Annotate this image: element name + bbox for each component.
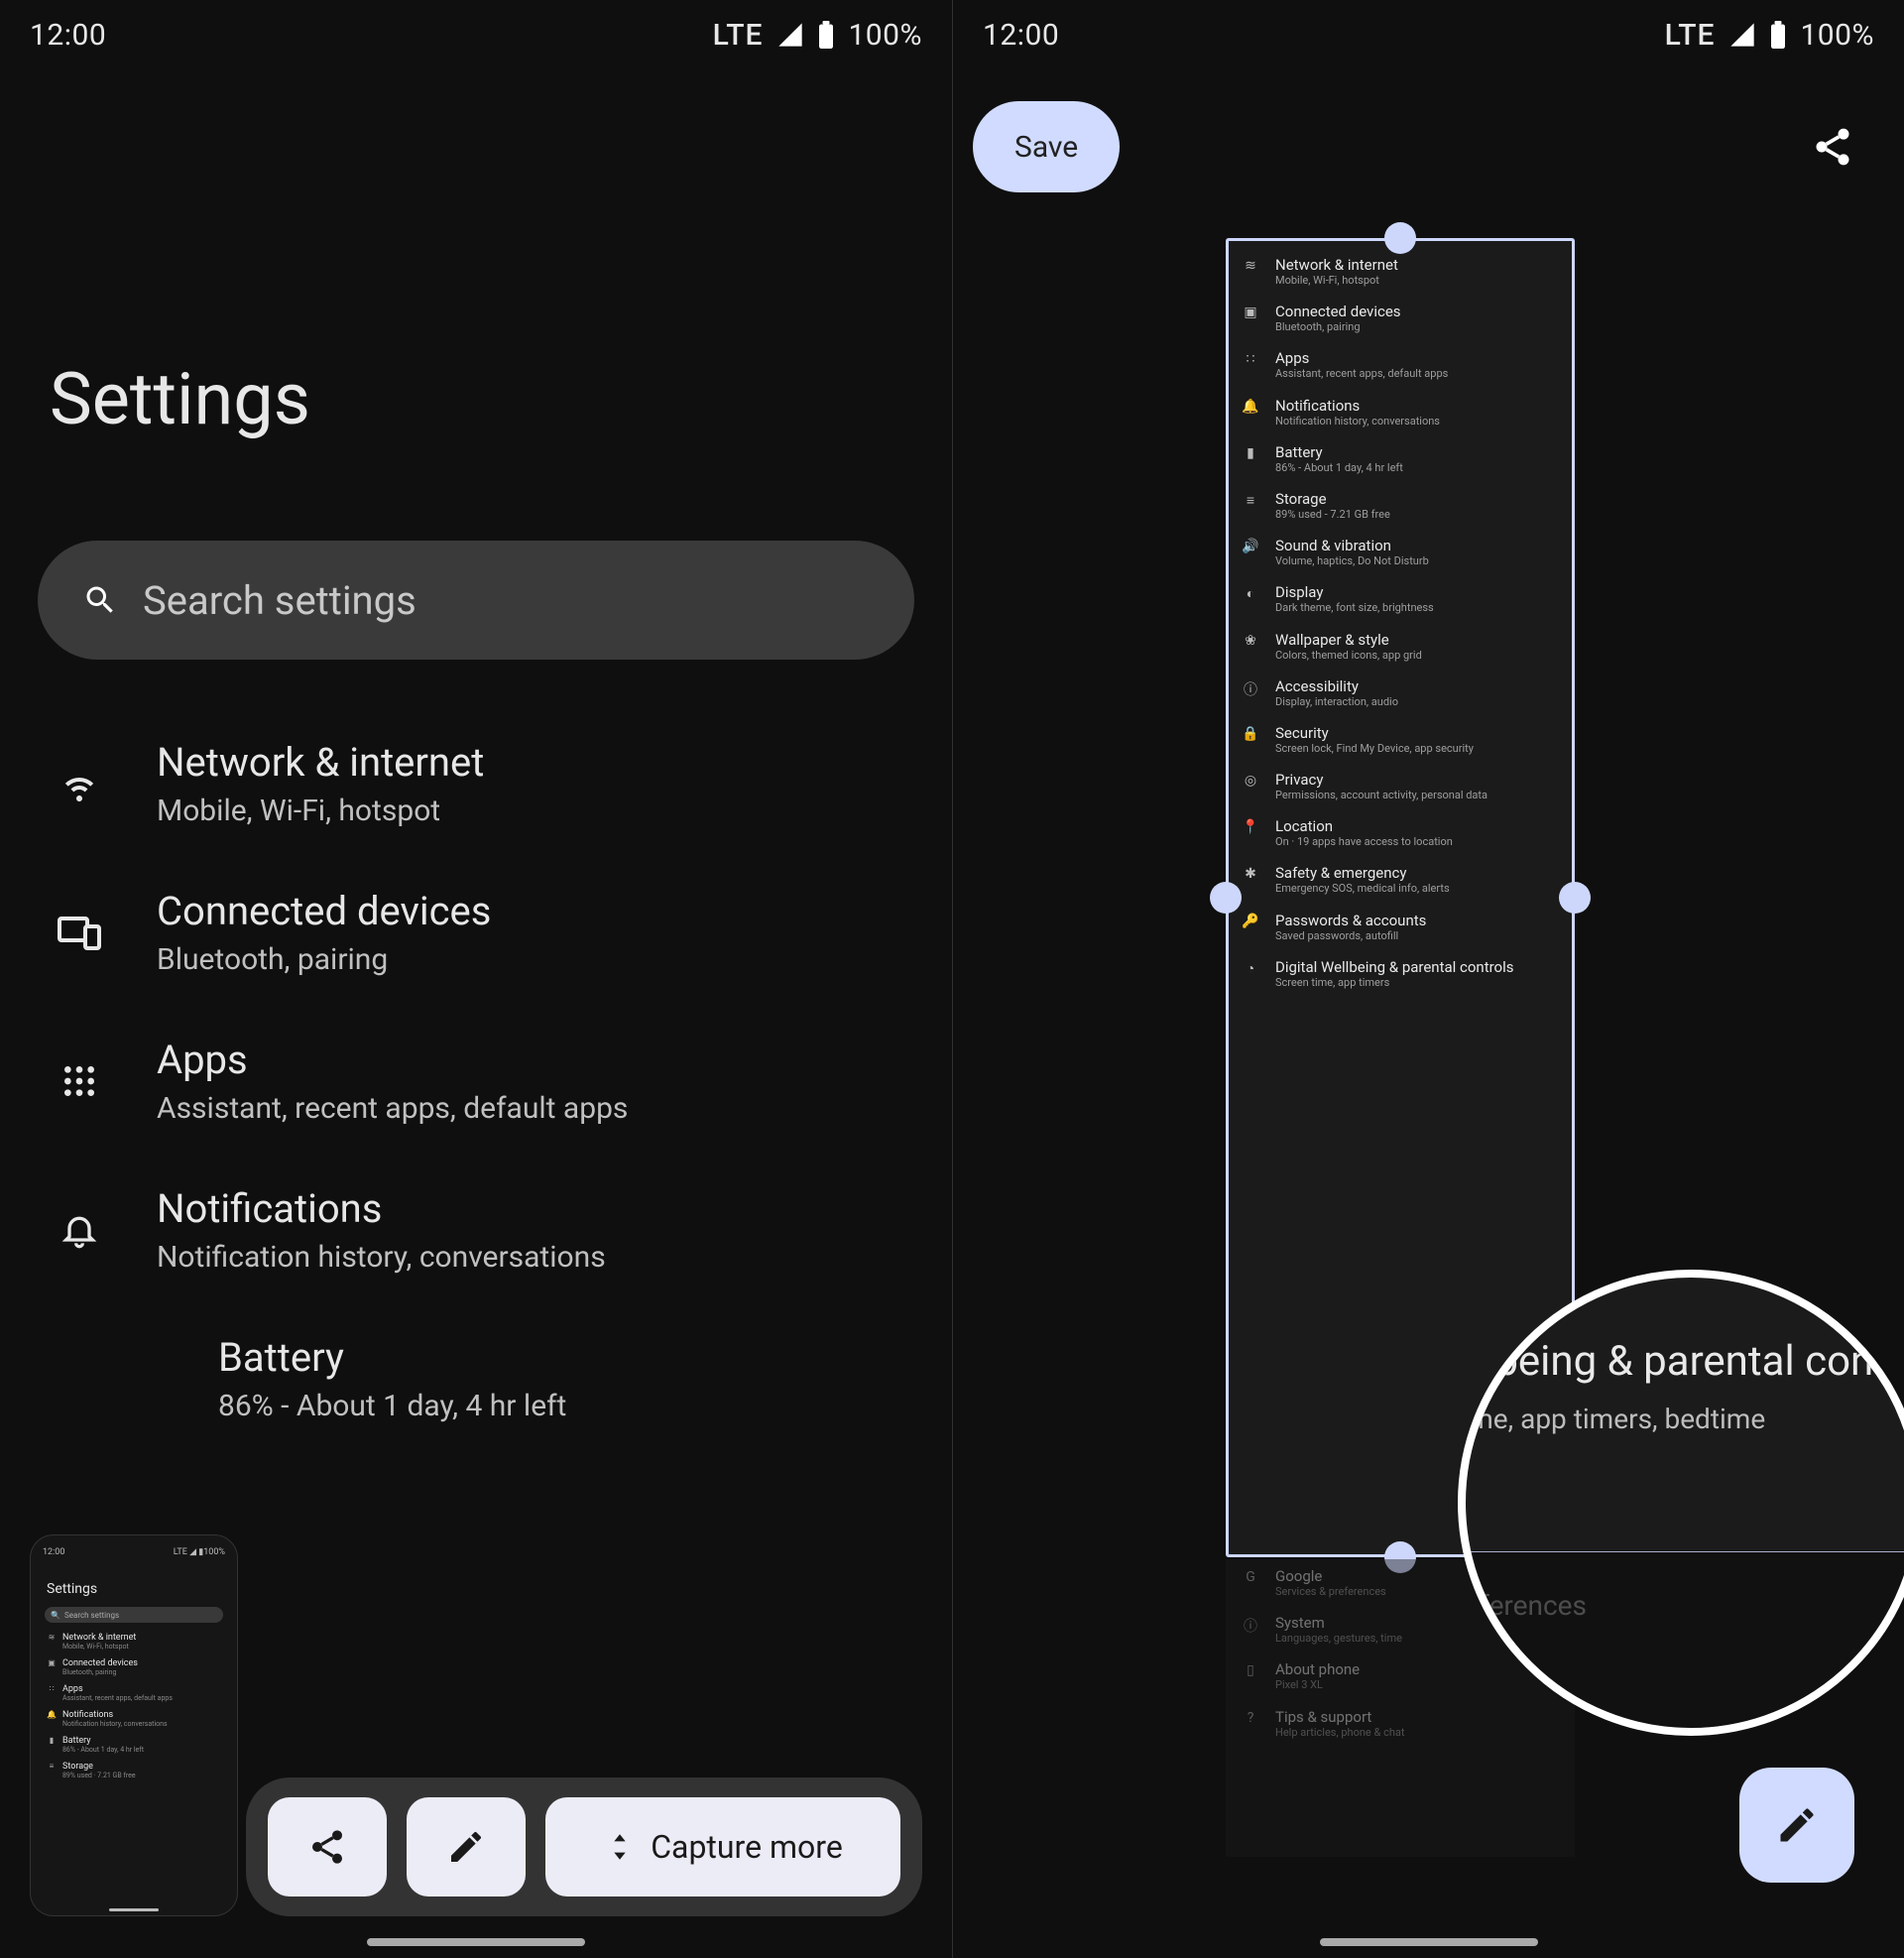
item-sub: 86% - About 1 day, 4 hr left (218, 1381, 566, 1423)
help-icon: ? (1240, 1708, 1261, 1726)
settings-item-battery[interactable]: Battery 86% - About 1 day, 4 hr left (0, 1304, 952, 1453)
mag-sub: en time, app timers, bedtime (1458, 1387, 1904, 1435)
status-network: LTE (713, 18, 764, 53)
item-title: Network & internet (157, 739, 484, 786)
crop-handle-left[interactable] (1210, 882, 1242, 914)
item-sub: Assistant, recent apps, default apps (157, 1083, 628, 1126)
settings-item-notifications[interactable]: Notifications Notification history, conv… (0, 1156, 952, 1304)
wifi-icon (50, 760, 109, 807)
crop-handle-right[interactable] (1559, 882, 1591, 914)
share-button[interactable] (268, 1797, 387, 1897)
signal-icon (776, 21, 804, 49)
edit-button[interactable] (407, 1797, 526, 1897)
status-time: 12:00 (983, 18, 1059, 53)
status-bar: 12:00 LTE 100% (0, 0, 952, 69)
page-title: Settings (0, 69, 952, 471)
status-network: LTE (1665, 18, 1716, 53)
screenshot-thumbnail[interactable]: 12:00 LTE ◢ ▮100% Settings 🔍Search setti… (30, 1534, 238, 1916)
settings-list: Network & internet Mobile, Wi-Fi, hotspo… (0, 660, 952, 1453)
signal-icon (1728, 21, 1756, 49)
capture-more-button[interactable]: Capture more (545, 1797, 900, 1897)
status-battery: 100% (848, 18, 922, 53)
bell-icon (50, 1210, 109, 1250)
item-title: Apps (157, 1037, 628, 1083)
screenshot-editor: 12:00 LTE 100% Save ≋Network & internetM… (952, 0, 1904, 1958)
capture-more-label: Capture more (651, 1828, 843, 1866)
status-bar: 12:00 LTE 100% (953, 0, 1904, 69)
settings-screen: 12:00 LTE 100% Settings Search settings … (0, 0, 952, 1958)
apps-icon (50, 1061, 109, 1101)
search-icon (82, 582, 118, 618)
save-label: Save (1014, 130, 1078, 165)
item-sub: Notification history, conversations (157, 1232, 606, 1275)
settings-item-network[interactable]: Network & internet Mobile, Wi-Fi, hotspo… (0, 709, 952, 858)
thumb-status: 12:00 LTE ◢ ▮100% (41, 1545, 227, 1563)
expand-icon (603, 1830, 637, 1864)
item-title: Notifications (157, 1185, 606, 1232)
item-sub: Mobile, Wi-Fi, hotspot (157, 786, 484, 828)
search-placeholder: Search settings (143, 577, 416, 624)
pencil-icon (1775, 1803, 1819, 1847)
devices-icon (50, 909, 109, 956)
item-title: Connected devices (157, 888, 491, 934)
mag-title: Wellbeing & parental controls (1458, 1337, 1904, 1387)
settings-item-connected[interactable]: Connected devices Bluetooth, pairing (0, 858, 952, 1007)
settings-item-apps[interactable]: Apps Assistant, recent apps, default app… (0, 1007, 952, 1156)
save-button[interactable]: Save (973, 101, 1120, 192)
home-indicator[interactable] (1320, 1938, 1538, 1946)
google-icon: G (1240, 1567, 1261, 1585)
item-sub: Bluetooth, pairing (157, 934, 491, 977)
battery-icon (818, 21, 834, 49)
magnifier-loupe[interactable]: Wellbeing & parental controls en time, a… (1458, 1270, 1904, 1736)
crop-handle-top[interactable] (1384, 222, 1416, 254)
status-battery: 100% (1800, 18, 1874, 53)
screenshot-toolbar: Capture more (246, 1777, 922, 1916)
home-indicator[interactable] (367, 1938, 585, 1946)
thumb-title: Settings (41, 1563, 227, 1603)
search-settings[interactable]: Search settings (38, 541, 914, 660)
status-time: 12:00 (30, 18, 106, 53)
share-icon[interactable] (1811, 125, 1854, 169)
phone-icon: ▯ (1240, 1660, 1261, 1678)
system-icon: ⓘ (1240, 1614, 1261, 1636)
edit-fab[interactable] (1739, 1768, 1854, 1883)
item-title: Battery (218, 1334, 566, 1381)
battery-icon (1770, 21, 1786, 49)
thumb-search: 🔍Search settings (45, 1607, 223, 1623)
